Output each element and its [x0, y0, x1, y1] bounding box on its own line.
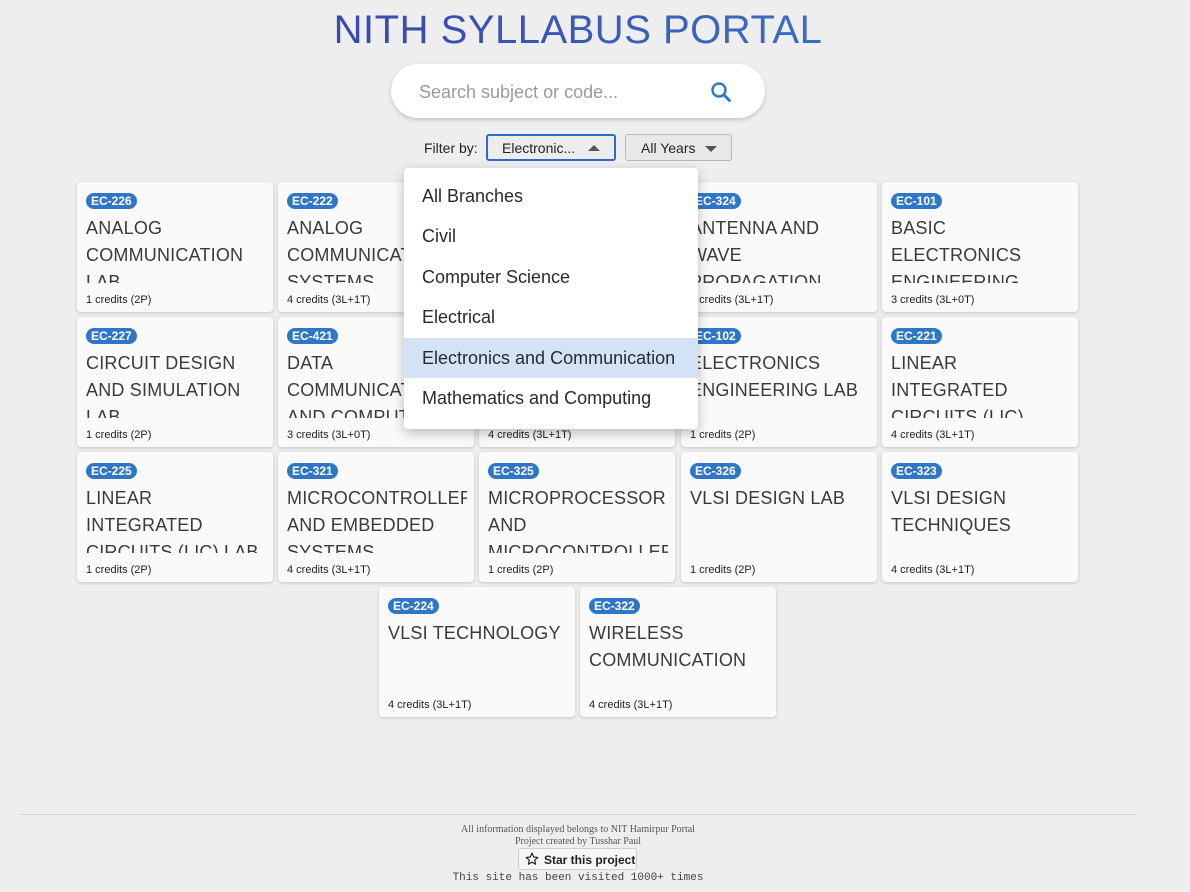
subject-name: VLSI DESIGN LAB	[690, 488, 846, 508]
branch-select-value: Electronic...	[502, 140, 576, 156]
dropdown-option[interactable]: All Branches	[404, 176, 698, 216]
subject-code-badge: EC-224	[388, 598, 439, 614]
subject-code-badge: EC-421	[287, 328, 338, 344]
subject-code-badge: EC-322	[589, 598, 640, 614]
subject-name: LINEAR INTEGRATED CIRCUITS (LIC) LAB	[86, 488, 259, 553]
footer-disclaimer: All information displayed belongs to NIT…	[461, 824, 695, 835]
caret-up-icon	[588, 145, 600, 151]
subject-credits: 4 credits (3L+1T)	[891, 429, 975, 441]
subject-code-badge: EC-101	[891, 193, 942, 209]
subject-credits: 4 credits (3L+1T)	[287, 564, 371, 576]
subject-card[interactable]: EC-102 ELECTRONICS ENGINEERING LAB 1 cre…	[681, 317, 877, 447]
subject-credits: 3 credits (3L+0T)	[891, 294, 975, 306]
subject-code-badge: EC-225	[86, 463, 137, 479]
page-title: NITH SYLLABUS PORTAL	[0, 8, 1156, 53]
subject-credits: 1 credits (2P)	[86, 564, 152, 576]
subject-name: ANALOG COMMUNICATION LAB	[86, 218, 244, 283]
subject-card[interactable]: EC-101 BASIC ELECTRONICS ENGINEERING 3 c…	[882, 182, 1078, 312]
subject-credits: 1 credits (2P)	[690, 429, 756, 441]
subject-name: VLSI DESIGN TECHNIQUES	[891, 488, 1012, 535]
branch-select[interactable]: Electronic...	[486, 134, 616, 161]
subject-name: CIRCUIT DESIGN AND SIMULATION LAB	[86, 353, 241, 418]
subject-card[interactable]: EC-321 MICROCONTROLLER AND EMBEDDED SYST…	[278, 452, 474, 582]
dropdown-option-selected[interactable]: Electronics and Communication	[404, 338, 698, 378]
subject-name: MICROPROCESSOR AND MICROCONTROLLER	[488, 488, 668, 553]
subject-code-badge: EC-323	[891, 463, 942, 479]
subject-card[interactable]: EC-224 VLSI TECHNOLOGY 4 credits (3L+1T)	[379, 587, 575, 717]
subject-code-badge: EC-227	[86, 328, 137, 344]
subject-name: MICROCONTROLLER AND EMBEDDED SYSTEMS	[287, 488, 467, 553]
subject-card[interactable]: EC-325 MICROPROCESSOR AND MICROCONTROLLE…	[479, 452, 675, 582]
search-input[interactable]	[417, 78, 701, 106]
subject-credits: 4 credits (3L+1T)	[690, 294, 774, 306]
star-project-button[interactable]: Star this project	[518, 848, 637, 870]
subject-card[interactable]: EC-324 ANTENNA AND WAVE PROPAGATION 4 cr…	[681, 182, 877, 312]
subject-credits: 4 credits (3L+1T)	[488, 429, 572, 441]
subject-credits: 1 credits (2P)	[86, 294, 152, 306]
subject-card[interactable]: EC-323 VLSI DESIGN TECHNIQUES 4 credits …	[882, 452, 1078, 582]
subject-code-badge: EC-326	[690, 463, 741, 479]
subject-card[interactable]: EC-227 CIRCUIT DESIGN AND SIMULATION LAB…	[77, 317, 273, 447]
subject-credits: 4 credits (3L+1T)	[891, 564, 975, 576]
subject-card[interactable]: EC-225 LINEAR INTEGRATED CIRCUITS (LIC) …	[77, 452, 273, 582]
footer-credit: Project created by Tusshar Paul	[514, 836, 642, 847]
subject-card[interactable]: EC-221 LINEAR INTEGRATED CIRCUITS (LIC) …	[882, 317, 1078, 447]
subject-name: WIRELESS COMMUNICATION	[589, 623, 747, 670]
subject-card[interactable]: EC-326 VLSI DESIGN LAB 1 credits (2P)	[681, 452, 877, 582]
dropdown-option[interactable]: Electrical	[404, 297, 698, 337]
year-select-value: All Years	[641, 140, 696, 156]
subject-credits: 3 credits (3L+0T)	[287, 429, 371, 441]
subject-code-badge: EC-221	[891, 328, 942, 344]
branch-dropdown-menu: All Branches Civil Computer Science Elec…	[404, 168, 698, 429]
year-select[interactable]: All Years	[625, 134, 732, 161]
subject-name: ELECTRONICS ENGINEERING LAB	[690, 353, 859, 400]
subject-credits: 4 credits (3L+1T)	[589, 699, 673, 711]
subject-credits: 4 credits (3L+1T)	[287, 294, 371, 306]
subject-code-badge: EC-222	[287, 193, 338, 209]
subject-name: BASIC ELECTRONICS ENGINEERING	[891, 218, 1022, 283]
subject-credits: 1 credits (2P)	[86, 429, 152, 441]
subject-credits: 4 credits (3L+1T)	[388, 699, 472, 711]
visit-counter: This site has been visited 1000+ times	[452, 872, 704, 884]
subject-name: ANTENNA AND WAVE PROPAGATION	[690, 218, 822, 283]
subject-card[interactable]: EC-226 ANALOG COMMUNICATION LAB 1 credit…	[77, 182, 273, 312]
subject-credits: 1 credits (2P)	[690, 564, 756, 576]
subject-code-badge: EC-226	[86, 193, 137, 209]
footer-divider	[20, 814, 1136, 815]
subject-code-badge: EC-325	[488, 463, 539, 479]
dropdown-option[interactable]: Computer Science	[404, 257, 698, 297]
filter-label: Filter by:	[424, 140, 478, 156]
subject-name: LINEAR INTEGRATED CIRCUITS (LIC)	[891, 353, 1024, 418]
subject-code-badge: EC-321	[287, 463, 338, 479]
dropdown-option[interactable]: Civil	[404, 216, 698, 256]
dropdown-option[interactable]: Mathematics and Computing	[404, 378, 698, 418]
subject-credits: 1 credits (2P)	[488, 564, 554, 576]
subject-card[interactable]: EC-322 WIRELESS COMMUNICATION 4 credits …	[580, 587, 776, 717]
caret-down-icon	[705, 146, 717, 152]
subject-name: VLSI TECHNOLOGY	[388, 623, 561, 643]
search-bar[interactable]	[391, 64, 765, 118]
star-icon	[525, 852, 539, 865]
star-button-label: Star this project	[544, 853, 636, 867]
search-icon[interactable]	[709, 80, 733, 109]
